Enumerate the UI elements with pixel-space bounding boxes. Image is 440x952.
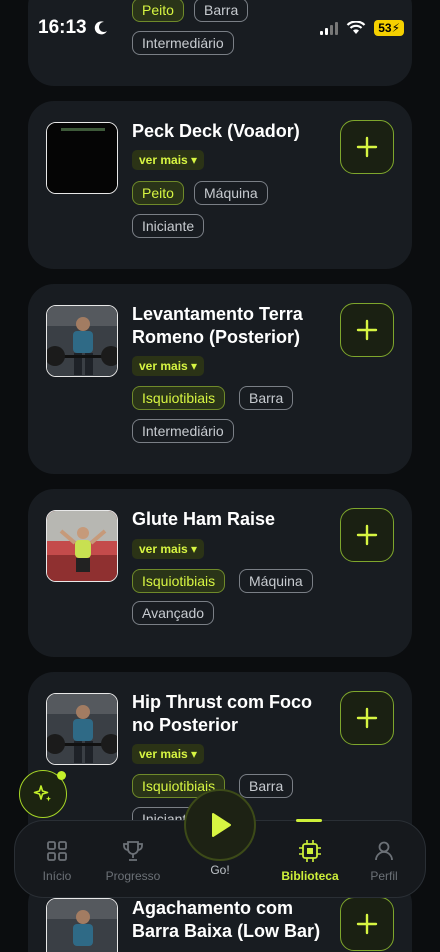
tag-muscle: Isquiotibiais: [132, 569, 226, 593]
nav-biblioteca[interactable]: Biblioteca: [270, 839, 350, 883]
tag-equipment: Barra: [239, 774, 294, 798]
moon-icon: [94, 21, 107, 35]
plus-icon: [356, 707, 378, 729]
clock: 16:13: [38, 17, 109, 39]
add-exercise-button[interactable]: [340, 508, 394, 562]
user-icon: [375, 841, 393, 861]
exercise-card[interactable]: Levantamento Terra Romeno (Posterior) ve…: [28, 284, 412, 474]
nav-perfil-label: Perfil: [370, 869, 398, 883]
exercise-thumbnail: [46, 122, 118, 194]
plus-icon: [356, 319, 378, 341]
wifi-icon: [346, 21, 366, 34]
add-exercise-button[interactable]: [340, 303, 394, 357]
add-exercise-button[interactable]: [340, 691, 394, 745]
exercise-thumbnail: [46, 305, 118, 377]
exercise-thumbnail: [46, 693, 118, 765]
tag-level: Intermediário: [132, 419, 234, 443]
see-more-button[interactable]: ver mais ▾: [132, 150, 205, 170]
exercise-thumbnail: [46, 510, 118, 582]
ai-assistant-button[interactable]: [19, 770, 67, 818]
tag-equipment: Máquina: [194, 181, 268, 205]
see-more-button[interactable]: ver mais ▾: [132, 744, 205, 764]
status-bar: 16:13 53⚡: [0, 0, 440, 56]
tag-level: Iniciante: [132, 214, 205, 238]
nav-inicio-label: Início: [42, 869, 72, 883]
exercise-card[interactable]: Glute Ham Raise ver mais ▾ Isquiotibiais…: [28, 489, 412, 657]
nav-inicio[interactable]: Início: [17, 839, 97, 883]
exercise-card[interactable]: Peck Deck (Voador) ver mais ▾ Peito Máqu…: [28, 101, 412, 269]
see-more-button[interactable]: ver mais ▾: [132, 356, 205, 376]
tag-level: Avançado: [132, 601, 215, 625]
nav-perfil[interactable]: Perfil: [344, 839, 424, 883]
notification-dot: [57, 771, 66, 780]
tag-equipment: Máquina: [239, 569, 313, 593]
add-exercise-button[interactable]: [340, 897, 394, 951]
go-label: Go!: [210, 863, 230, 877]
nav-progresso[interactable]: Progresso: [93, 839, 173, 883]
exercise-title: Hip Thrust com Foco no Posterior: [132, 692, 312, 735]
exercise-thumbnail: [46, 898, 118, 952]
signal-icon: [320, 21, 339, 35]
active-tab-indicator: [296, 819, 322, 822]
tag-muscle: Isquiotibiais: [132, 386, 226, 410]
grid-icon: [47, 841, 67, 861]
exercise-title: Peck Deck (Voador): [132, 121, 300, 141]
plus-icon: [356, 524, 378, 546]
tag-muscle: Peito: [132, 181, 184, 205]
see-more-button[interactable]: ver mais ▾: [132, 539, 205, 559]
sparkles-icon: [33, 785, 51, 802]
exercise-title: Glute Ham Raise: [132, 509, 276, 529]
plus-icon: [356, 913, 378, 935]
exercise-title: Agachamento com Barra Baixa (Low Bar): [132, 898, 321, 941]
clock-time: 16:13: [38, 17, 87, 38]
nav-progresso-label: Progresso: [105, 869, 161, 883]
play-icon: [212, 813, 231, 837]
plus-icon: [356, 136, 378, 158]
battery-indicator: 53⚡: [374, 20, 404, 36]
nav-biblioteca-label: Biblioteca: [281, 869, 339, 883]
tag-equipment: Barra: [239, 386, 294, 410]
go-button[interactable]: [184, 789, 256, 861]
chip-icon: [299, 840, 321, 862]
trophy-icon: [123, 841, 143, 861]
exercise-title: Levantamento Terra Romeno (Posterior): [132, 304, 303, 347]
add-exercise-button[interactable]: [340, 120, 394, 174]
